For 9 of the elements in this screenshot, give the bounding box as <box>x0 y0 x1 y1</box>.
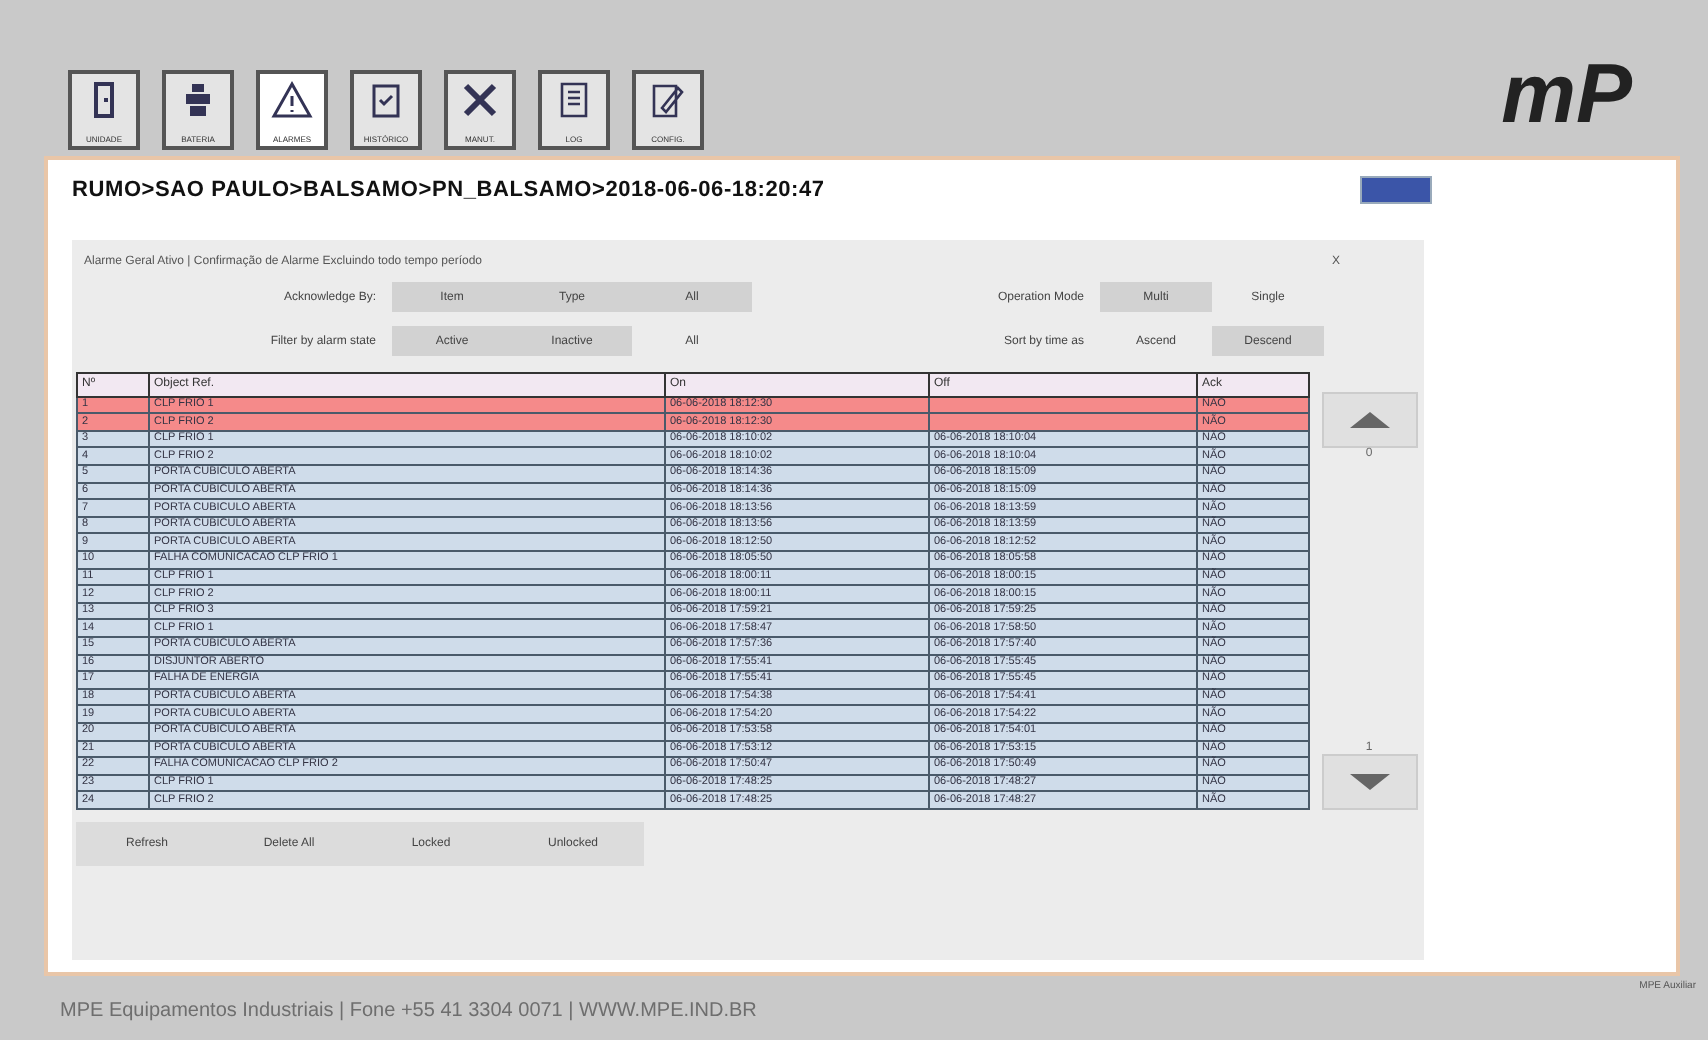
breadcrumb-title: RUMO>SAO PAULO>BALSAMO>PN_BALSAMO>2018-06-06-18:20:47 <box>72 177 825 202</box>
down-arrow-icon <box>1349 773 1389 790</box>
up-arrow-icon <box>1349 411 1389 428</box>
status-badge <box>1360 175 1432 204</box>
scroll-up-button[interactable] <box>1321 391 1417 448</box>
warning-icon <box>270 77 314 122</box>
scroll-down-button[interactable] <box>1321 753 1417 810</box>
logo: mP <box>1499 47 1634 140</box>
footer-contact: MPE Equipamentos Industriais | Fone +55 41 3304 0071 | WWW.MPE.IND.BR <box>60 1000 757 1023</box>
